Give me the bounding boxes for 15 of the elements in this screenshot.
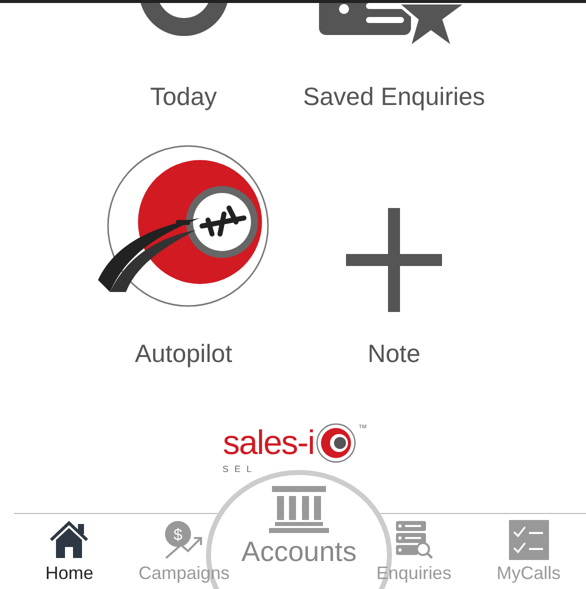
plus-icon — [346, 208, 442, 312]
menu-tile[interactable]: Autopilot — [92, 142, 275, 369]
menu-tile[interactable]: Today — [92, 3, 275, 112]
trademark-sign: ™ — [358, 423, 368, 433]
house-icon — [49, 520, 90, 560]
list-search-icon — [394, 520, 434, 560]
menu-tile[interactable]: Note — [275, 142, 513, 369]
tab-button[interactable]: Accounts — [241, 480, 357, 589]
brand-logo-text: sales-i — [222, 426, 314, 460]
tab-button[interactable]: Home — [45, 514, 94, 589]
bank-icon — [268, 486, 329, 534]
logo-tagline: SEL — [222, 464, 258, 474]
logo-mark-icon — [316, 423, 356, 463]
checklist-icon — [508, 520, 549, 560]
menu-tile[interactable]: Saved Enquiries — [275, 3, 513, 112]
